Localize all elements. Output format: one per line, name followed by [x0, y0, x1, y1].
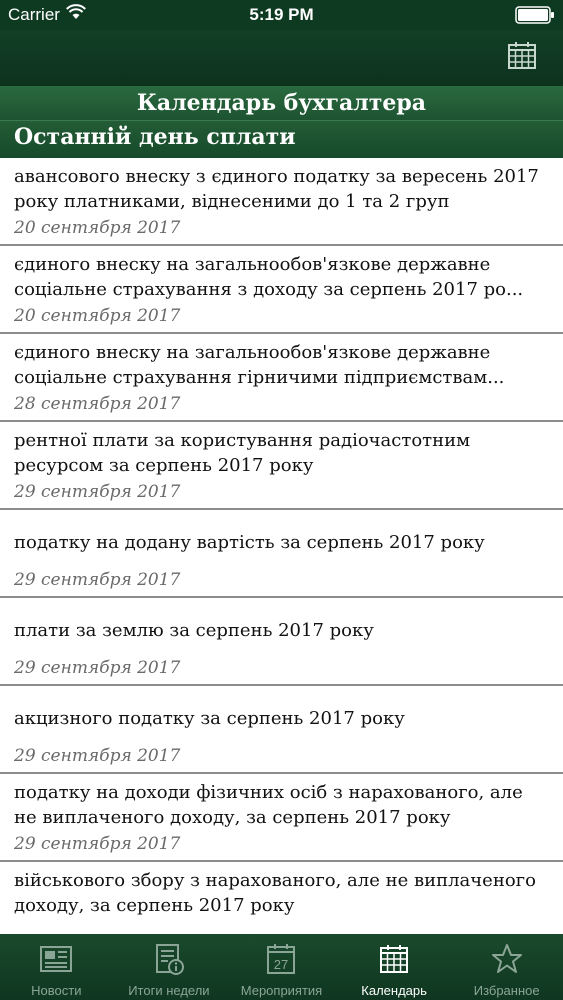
tab-calendar[interactable]: Календарь [338, 934, 451, 1000]
item-title: рентної плати за користування радіочасто… [14, 430, 471, 476]
item-date: 29 сентября 2017 [14, 834, 181, 854]
tab-label: Мероприятия [240, 983, 323, 998]
item-title: єдиного внеску на загальнообов'язкове де… [14, 342, 505, 388]
list-item[interactable]: податку на додану вартість за серпень 20… [0, 510, 563, 598]
tab-week-summary[interactable]: Итоги недели [113, 934, 226, 1000]
item-date: 20 сентября 2017 [14, 218, 181, 238]
item-title: єдиного внеску на загальнообов'язкове де… [14, 254, 524, 300]
list-item[interactable]: рентної плати за користування радіочасто… [0, 422, 563, 510]
tab-bar: Новости Итоги недели 27 Мероприятия Кале… [0, 934, 563, 1000]
tab-label: Избранное [473, 983, 540, 998]
tab-label: Календарь [361, 983, 427, 998]
item-date: 29 сентября 2017 [14, 570, 181, 590]
item-title: авансового внеску з єдиного податку за в… [14, 166, 539, 212]
clock: 5:19 PM [249, 5, 314, 24]
status-bar: Carrier 5:19 PM [0, 0, 563, 30]
tab-label: Новости [31, 983, 82, 998]
star-icon [491, 944, 522, 973]
item-title: плати за землю за серпень 2017 року [14, 620, 374, 641]
deadline-list: авансового внеску з єдиного податку за в… [0, 158, 563, 934]
tab-label: Итоги недели [128, 983, 210, 998]
newspaper-icon [40, 946, 73, 972]
list-item[interactable]: авансового внеску з єдиного податку за в… [0, 158, 563, 246]
page-title: Календарь бухгалтера [0, 86, 563, 120]
calendar-day-number: 27 [274, 957, 288, 972]
item-date: 29 сентября 2017 [14, 746, 181, 766]
tab-news[interactable]: Новости [0, 934, 113, 1000]
list-item[interactable]: податку на доходи фізичних осіб з нарахо… [0, 774, 563, 862]
item-date: 29 сентября 2017 [14, 658, 181, 678]
item-date: 29 сентября 2017 [14, 482, 181, 502]
item-date: 20 сентября 2017 [14, 306, 181, 326]
battery-icon [515, 6, 554, 24]
item-title: податку на додану вартість за серпень 20… [14, 532, 485, 553]
calendar-day-icon: 27 [267, 944, 296, 974]
document-info-icon [155, 944, 184, 975]
item-title: податку на доходи фізичних осіб з нарахо… [14, 782, 523, 828]
section-header: Останній день сплати [0, 120, 563, 158]
tab-favorites[interactable]: Избранное [450, 934, 563, 1000]
item-title: військового збору з нарахованого, але не… [14, 870, 536, 916]
list-item[interactable]: акцизного податку за серпень 2017 року 2… [0, 686, 563, 774]
item-date: 28 сентября 2017 [14, 394, 181, 414]
calendar-button-icon[interactable] [507, 40, 537, 70]
tab-events[interactable]: 27 Мероприятия [225, 934, 338, 1000]
list-item[interactable]: єдиного внеску на загальнообов'язкове де… [0, 246, 563, 334]
list-item[interactable]: військового збору з нарахованого, але не… [0, 862, 563, 934]
list-item[interactable]: плати за землю за серпень 2017 року 29 с… [0, 598, 563, 686]
nav-bar [0, 30, 563, 86]
item-title: акцизного податку за серпень 2017 року [14, 708, 405, 729]
list-item[interactable]: єдиного внеску на загальнообов'язкове де… [0, 334, 563, 422]
calendar-grid-icon [380, 945, 409, 973]
